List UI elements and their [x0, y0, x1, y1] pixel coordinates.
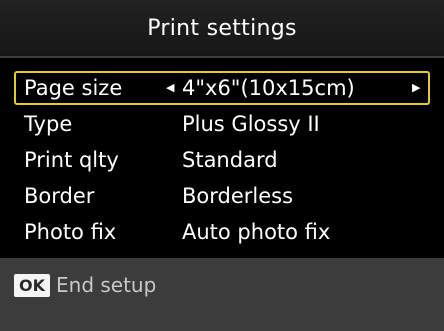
setting-row-border[interactable]: Border Borderless [14, 179, 430, 213]
end-setup-label: End setup [56, 273, 157, 297]
setting-row-print-quality[interactable]: Print qlty Standard [14, 143, 430, 177]
triangle-left-icon[interactable]: ◀ [166, 73, 174, 103]
setting-row-type[interactable]: Type Plus Glossy II [14, 107, 430, 141]
triangle-right-icon[interactable]: ▶ [412, 73, 420, 103]
setting-value: Auto photo fix [182, 220, 331, 244]
screen-title: Print settings [147, 15, 297, 41]
setting-value: 4"x6"(10x15cm) [182, 76, 355, 100]
settings-list: Page size ◀ 4"x6"(10x15cm) ▶ Type Plus G… [0, 63, 444, 255]
title-bar: Print settings [0, 0, 444, 58]
setting-label: Page size [24, 76, 123, 100]
setting-value: Plus Glossy II [182, 112, 320, 136]
setting-label: Border [24, 184, 95, 208]
footer-bar: OK End setup [0, 258, 444, 331]
setting-value: Standard [182, 148, 278, 172]
setting-label: Print qlty [24, 148, 119, 172]
setting-label: Type [24, 112, 73, 136]
setting-row-photo-fix[interactable]: Photo fix Auto photo fix [14, 215, 430, 249]
setting-label: Photo fix [24, 220, 117, 244]
ok-button-icon[interactable]: OK [14, 274, 50, 297]
setting-value: Borderless [182, 184, 294, 208]
printer-lcd-screen: Print settings Page size ◀ 4"x6"(10x15cm… [0, 0, 444, 331]
setting-row-page-size[interactable]: Page size ◀ 4"x6"(10x15cm) ▶ [14, 71, 430, 105]
